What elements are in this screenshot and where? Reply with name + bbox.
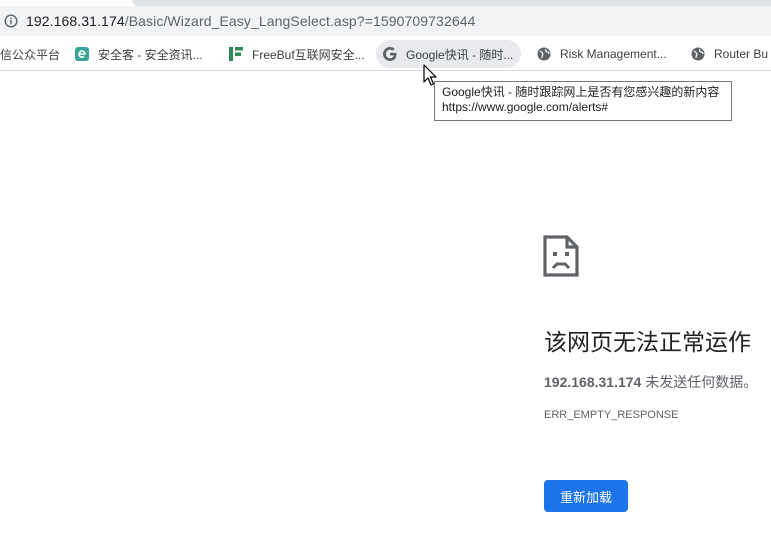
bookmark-freebuf[interactable]: FreeBuf互联网安全... xyxy=(228,40,365,68)
error-description: 192.168.31.174 未发送任何数据。 xyxy=(544,372,757,392)
bookmark-label: 信公众平台 xyxy=(0,47,61,62)
bookmark-label: 安全客 - 安全资讯... xyxy=(98,47,203,62)
bookmark-label: Risk Management... xyxy=(560,47,667,61)
bookmark-router-bu[interactable]: Router Bu xyxy=(690,40,768,68)
bookmark-anquanke[interactable]: 安全客 - 安全资讯... xyxy=(74,40,203,68)
error-message: 未发送任何数据。 xyxy=(641,374,758,390)
info-icon[interactable] xyxy=(4,14,18,28)
bookmark-wechat-platform[interactable]: 信公众平台 xyxy=(0,40,60,68)
url-host: 192.168.31.174 xyxy=(26,13,125,29)
bookmark-google-alerts[interactable]: Google快讯 - 随时... xyxy=(376,40,522,68)
bookmark-tooltip: Google快讯 - 随时跟踪网上是否有您感兴趣的新内容 https://www… xyxy=(434,81,732,121)
globe-icon xyxy=(536,46,552,62)
url-path: /Basic/Wizard_Easy_LangSelect.asp?=15907… xyxy=(124,13,476,29)
google-favicon xyxy=(382,46,398,62)
anquanke-favicon xyxy=(74,46,90,62)
tooltip-title: Google快讯 - 随时跟踪网上是否有您感兴趣的新内容 xyxy=(442,85,720,99)
bookmark-label: Google快讯 - 随时... xyxy=(406,47,514,62)
globe-icon xyxy=(690,46,706,62)
bookmark-risk-management[interactable]: Risk Management... xyxy=(536,40,667,68)
reload-button[interactable]: 重新加载 xyxy=(544,480,628,512)
bookmark-label: Router Bu xyxy=(714,47,769,61)
error-host: 192.168.31.174 xyxy=(544,374,642,390)
tooltip-url: https://www.google.com/alerts# xyxy=(442,100,609,114)
address-bar[interactable]: 192.168.31.174/Basic/Wizard_Easy_LangSel… xyxy=(0,6,771,36)
error-code: ERR_EMPTY_RESPONSE xyxy=(544,409,679,421)
bookmark-label: FreeBuf互联网安全... xyxy=(252,47,365,62)
bookmarks-bar: 信公众平台 安全客 - 安全资讯... FreeBuf互联网安全... Goog… xyxy=(0,38,771,71)
url-text[interactable]: 192.168.31.174/Basic/Wizard_Easy_LangSel… xyxy=(26,13,476,29)
sad-document-icon xyxy=(543,235,579,277)
mouse-cursor-icon xyxy=(423,64,437,86)
error-title: 该网页无法正常运作 xyxy=(544,329,751,355)
freebuf-favicon xyxy=(228,46,244,62)
